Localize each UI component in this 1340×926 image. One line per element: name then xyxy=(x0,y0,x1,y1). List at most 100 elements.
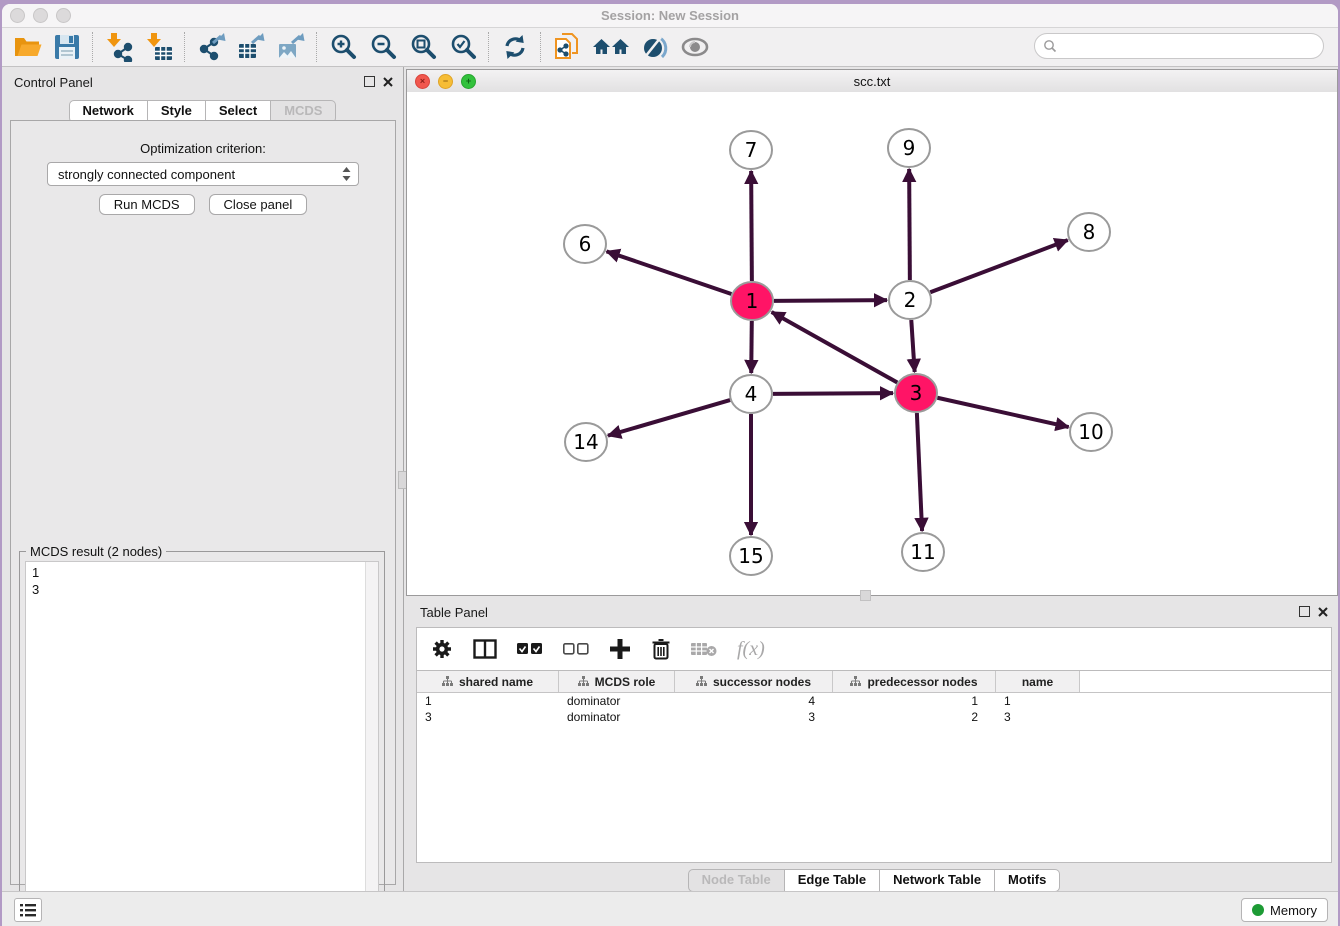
edge-2-9[interactable] xyxy=(909,169,910,280)
tab-edge-table[interactable]: Edge Table xyxy=(785,869,880,892)
edge-1-2[interactable] xyxy=(774,300,887,301)
delete-table-icon[interactable] xyxy=(691,641,717,657)
column-header-shared-name[interactable]: shared name xyxy=(417,671,559,692)
table-cell[interactable]: 3 xyxy=(996,709,1080,725)
table-panel-close-icon[interactable] xyxy=(1318,607,1328,617)
memory-button[interactable]: Memory xyxy=(1241,898,1328,922)
tab-network-table[interactable]: Network Table xyxy=(880,869,995,892)
node-9[interactable]: 9 xyxy=(888,129,930,167)
zoom-out-icon[interactable] xyxy=(368,32,398,62)
show-hide-eye-icon[interactable] xyxy=(680,32,710,62)
edge-3-1[interactable] xyxy=(772,312,898,383)
task-history-button[interactable] xyxy=(14,898,42,922)
workspace: Control Panel NetworkStyleSelectMCDS Opt… xyxy=(2,67,1338,892)
search-icon xyxy=(1043,39,1057,53)
node-15[interactable]: 15 xyxy=(730,537,772,575)
edge-2-3[interactable] xyxy=(911,320,914,372)
node-4[interactable]: 4 xyxy=(730,375,772,413)
zoom-in-icon[interactable] xyxy=(328,32,358,62)
table-cell[interactable]: 3 xyxy=(417,709,559,725)
table-panel: Table Panel xyxy=(406,599,1338,890)
table-toolbar: f(x) xyxy=(416,627,1332,671)
zoom-fit-icon[interactable] xyxy=(408,32,438,62)
export-network-icon[interactable] xyxy=(196,32,226,62)
edge-1-4[interactable] xyxy=(751,321,752,373)
zoom-selected-icon[interactable] xyxy=(448,32,478,62)
tab-node-table[interactable]: Node Table xyxy=(688,869,785,892)
control-panel-float-icon[interactable] xyxy=(364,76,375,87)
edge-4-3[interactable] xyxy=(773,393,893,394)
column-header-successor-nodes[interactable]: successor nodes xyxy=(675,671,833,692)
table-cell[interactable]: dominator xyxy=(559,709,675,725)
search-field[interactable] xyxy=(1034,33,1324,59)
main-toolbar xyxy=(2,28,1338,67)
mcds-result-textarea[interactable]: 13 xyxy=(25,561,379,925)
table-settings-gear-icon[interactable] xyxy=(431,638,453,660)
network-canvas[interactable]: 7 9 6 8 1 2 4 3 14 10 15 11 xyxy=(407,92,1337,595)
run-mcds-button[interactable]: Run MCDS xyxy=(99,194,195,215)
function-builder-icon[interactable]: f(x) xyxy=(737,638,765,661)
edge-3-11[interactable] xyxy=(917,413,922,531)
column-header-name[interactable]: name xyxy=(996,671,1080,692)
node-3[interactable]: 3 xyxy=(895,374,937,412)
edge-2-8[interactable] xyxy=(930,240,1067,292)
control-panel-close-icon[interactable] xyxy=(383,77,393,87)
import-table-icon[interactable] xyxy=(144,32,174,62)
home-icon[interactable] xyxy=(592,32,630,62)
edge-1-7[interactable] xyxy=(751,171,752,281)
table-cell[interactable]: 1 xyxy=(996,693,1080,709)
table-cell[interactable]: 1 xyxy=(417,693,559,709)
tab-motifs[interactable]: Motifs xyxy=(995,869,1060,892)
table-panel-float-icon[interactable] xyxy=(1299,606,1310,617)
node-14[interactable]: 14 xyxy=(565,423,607,461)
node-label: 9 xyxy=(903,136,916,160)
select-all-columns-icon[interactable] xyxy=(517,643,543,655)
table-cell[interactable]: 3 xyxy=(675,709,833,725)
open-session-icon[interactable] xyxy=(12,32,42,62)
window-minimize-button[interactable] xyxy=(33,8,48,23)
node-table[interactable]: shared nameMCDS rolesuccessor nodesprede… xyxy=(416,670,1332,863)
hide-graphics-details-icon[interactable] xyxy=(640,32,670,62)
column-header-label: name xyxy=(1022,675,1053,689)
table-row[interactable]: 1dominator411 xyxy=(417,693,1331,709)
column-header-MCDS-role[interactable]: MCDS role xyxy=(559,671,675,692)
search-input[interactable] xyxy=(1057,37,1323,55)
delete-column-trash-icon[interactable] xyxy=(651,638,671,660)
edge-3-10[interactable] xyxy=(937,398,1068,427)
create-column-plus-icon[interactable] xyxy=(609,638,631,660)
node-11[interactable]: 11 xyxy=(902,533,944,571)
table-cell[interactable]: 2 xyxy=(833,709,996,725)
save-session-icon[interactable] xyxy=(52,32,82,62)
table-cell[interactable]: dominator xyxy=(559,693,675,709)
deselect-all-columns-icon[interactable] xyxy=(563,643,589,655)
window-close-button[interactable] xyxy=(10,8,25,23)
edge-4-14[interactable] xyxy=(608,400,730,436)
node-7[interactable]: 7 xyxy=(730,131,772,169)
node-10[interactable]: 10 xyxy=(1070,413,1112,451)
criterion-select[interactable]: strongly connected component xyxy=(47,162,359,186)
edge-1-6[interactable] xyxy=(607,251,732,294)
import-network-icon[interactable] xyxy=(104,32,134,62)
table-row[interactable]: 3dominator323 xyxy=(417,709,1331,725)
new-network-from-selection-icon[interactable] xyxy=(552,32,582,62)
column-header-predecessor-nodes[interactable]: predecessor nodes xyxy=(833,671,996,692)
column-type-icon xyxy=(442,676,453,687)
network-window-titlebar: × − + scc.txt xyxy=(407,70,1337,93)
node-2[interactable]: 2 xyxy=(889,281,931,319)
network-graph[interactable]: 7 9 6 8 1 2 4 3 14 10 15 11 xyxy=(407,92,1337,595)
window-zoom-button[interactable] xyxy=(56,8,71,23)
network-view-window: × − + scc.txt 7 9 6 8 1 2 4 3 14 10 15 11 xyxy=(406,69,1338,596)
column-type-icon xyxy=(850,676,861,687)
close-panel-button[interactable]: Close panel xyxy=(209,194,308,215)
node-label: 2 xyxy=(904,288,917,312)
node-1[interactable]: 1 xyxy=(731,282,773,320)
result-scrollbar[interactable] xyxy=(365,562,378,924)
node-8[interactable]: 8 xyxy=(1068,213,1110,251)
export-image-icon[interactable] xyxy=(276,32,306,62)
apply-layout-icon[interactable] xyxy=(500,32,530,62)
show-column-panel-icon[interactable] xyxy=(473,639,497,659)
table-cell[interactable]: 1 xyxy=(833,693,996,709)
export-table-icon[interactable] xyxy=(236,32,266,62)
table-cell[interactable]: 4 xyxy=(675,693,833,709)
node-6[interactable]: 6 xyxy=(564,225,606,263)
